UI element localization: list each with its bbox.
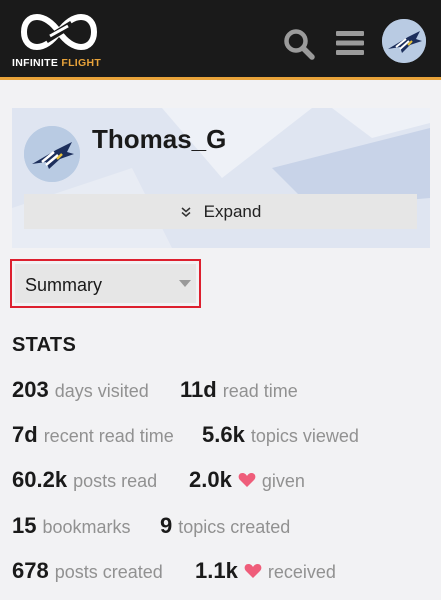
logo-word-infinite: INFINITE <box>12 57 59 69</box>
stat-posts-created: 678 posts created <box>12 558 163 584</box>
expand-label: Expand <box>203 201 262 221</box>
stat-recent-read-time: 7d recent read time <box>12 422 174 448</box>
stat-label: posts created <box>54 562 163 582</box>
stat-topics-created: 9 topics created <box>160 513 290 539</box>
stat-value: 678 <box>12 558 49 583</box>
stat-posts-read: 60.2k posts read <box>12 467 157 493</box>
stat-label: topics viewed <box>250 426 359 446</box>
menu-button[interactable] <box>334 29 366 57</box>
logo-word-flight: FLIGHT <box>61 57 102 69</box>
stat-label: topics created <box>178 517 291 537</box>
avatar-jet-icon <box>382 19 426 63</box>
stat-value: 1.1k <box>195 558 238 583</box>
user-avatar-button[interactable] <box>382 19 426 63</box>
search-icon <box>284 29 315 60</box>
heart-icon <box>238 473 256 487</box>
stat-bookmarks: 15 bookmarks <box>12 513 131 539</box>
infinite-flight-logo[interactable]: INFINITE FLIGHT <box>12 10 107 72</box>
search-button[interactable] <box>282 27 316 61</box>
double-chevron-down-icon <box>180 206 192 218</box>
stat-value: 9 <box>160 513 173 538</box>
profile-card: Thomas_G Expand <box>12 108 430 248</box>
stat-label: read time <box>222 381 298 401</box>
stat-days-visited: 203 days visited <box>12 377 149 403</box>
expand-button[interactable]: Expand <box>24 194 417 229</box>
caret-down-icon <box>179 280 191 287</box>
stat-read-time: 11d read time <box>180 377 298 403</box>
stat-label: recent read time <box>43 426 174 446</box>
stat-label: given <box>261 471 305 491</box>
logo-text: INFINITE FLIGHT <box>12 57 101 69</box>
profile-username: Thomas_G <box>92 124 227 154</box>
stats-heading: STATS <box>12 334 77 356</box>
profile-avatar[interactable] <box>24 126 80 182</box>
stat-value: 60.2k <box>12 467 68 492</box>
summary-selected-value: Summary <box>25 275 103 295</box>
stat-likes-received: 1.1k received <box>195 558 336 584</box>
heart-icon <box>244 564 262 578</box>
summary-highlight-frame: Summary <box>10 259 201 308</box>
stat-topics-viewed: 5.6k topics viewed <box>202 422 359 448</box>
stat-value: 203 <box>12 377 49 402</box>
stat-likes-given: 2.0k given <box>189 467 305 493</box>
stat-value: 11d <box>180 377 217 402</box>
hamburger-menu-icon <box>336 31 364 55</box>
stat-label: received <box>267 562 336 582</box>
profile-jet-icon <box>24 126 80 182</box>
summary-dropdown[interactable]: Summary <box>15 264 196 303</box>
header-accent-line <box>0 77 441 80</box>
infinity-logo-icon <box>20 13 98 51</box>
stat-value: 15 <box>12 513 37 538</box>
stat-value: 7d <box>12 422 38 447</box>
stat-label: posts read <box>73 471 158 491</box>
top-header: INFINITE FLIGHT <box>0 0 441 77</box>
stat-value: 5.6k <box>202 422 245 447</box>
stat-value: 2.0k <box>189 467 232 492</box>
stat-label: days visited <box>54 381 149 401</box>
stat-label: bookmarks <box>42 517 131 537</box>
